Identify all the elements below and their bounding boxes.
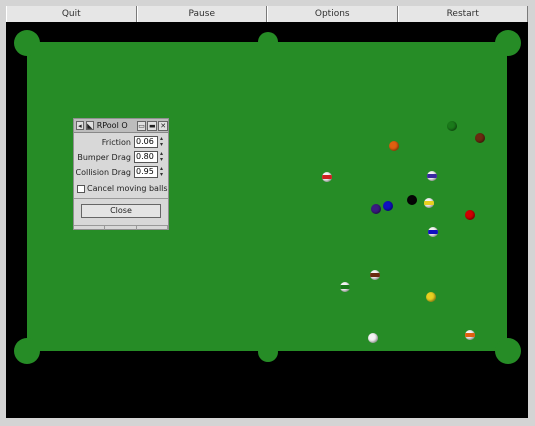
restart-button[interactable]: Restart <box>397 6 528 22</box>
collision-drag-row: Collision Drag 0.95 ▴ ▾ <box>74 166 168 180</box>
ball-blue-stripe <box>428 227 438 237</box>
ball-yellow-stripe <box>424 198 434 208</box>
collision-drag-field[interactable]: 0.95 <box>134 166 158 178</box>
cancel-moving-balls-label: Cancel moving balls <box>87 184 168 193</box>
dialog-footer <box>74 225 168 230</box>
bumper-drag-row: Bumper Drag 0.80 ▴ ▾ <box>74 151 168 165</box>
pocket-top-middle <box>258 32 278 52</box>
menu-bar: Quit Pause Options Restart <box>6 6 528 23</box>
ball-orange-stripe <box>465 330 475 340</box>
bumper-drag-label: Bumper Drag <box>77 153 131 162</box>
pocket-bottom-right <box>495 338 521 364</box>
dialog-titlebar[interactable]: ◂ ◣ RPool O ▭ ▬ ✕ <box>74 119 169 133</box>
maximize-icon[interactable]: ▬ <box>147 120 158 131</box>
options-dialog: ◂ ◣ RPool O ▭ ▬ ✕ Friction 0.06 ▴ ▾ Bumpe… <box>73 118 169 230</box>
cancel-moving-balls-checkbox[interactable] <box>77 185 85 193</box>
window-menu-icon[interactable]: ◂ <box>76 121 84 130</box>
ball-maroon-stripe <box>370 270 380 280</box>
dialog-divider <box>74 198 168 199</box>
bumper-drag-field[interactable]: 0.80 <box>134 151 158 163</box>
pocket-bottom-middle <box>258 342 278 362</box>
dialog-title: RPool O <box>96 121 128 130</box>
ball-cue[interactable] <box>368 333 378 343</box>
ball-red <box>465 210 475 220</box>
friction-label: Friction <box>101 138 131 147</box>
ball-green-stripe <box>340 282 350 292</box>
close-button[interactable]: Close <box>81 204 161 218</box>
quit-button[interactable]: Quit <box>6 6 137 22</box>
bumper-drag-spinner[interactable]: ▴ ▾ <box>160 151 166 163</box>
ball-blue <box>383 201 393 211</box>
ball-yellow <box>426 292 436 302</box>
collision-drag-spinner[interactable]: ▴ ▾ <box>160 166 166 178</box>
pocket-top-left <box>14 30 40 56</box>
ball-red-stripe <box>322 172 332 182</box>
friction-row: Friction 0.06 ▴ ▾ <box>74 136 168 150</box>
ball-green <box>447 121 457 131</box>
collision-drag-label: Collision Drag <box>75 168 131 177</box>
pocket-bottom-left <box>14 338 40 364</box>
ball-maroon <box>475 133 485 143</box>
ball-purple-stripe <box>427 171 437 181</box>
pause-button[interactable]: Pause <box>136 6 267 22</box>
ball-purple <box>371 204 381 214</box>
minimize-icon[interactable]: ▭ <box>136 120 147 131</box>
ball-orange <box>389 141 399 151</box>
game-window: Quit Pause Options Restart ◂ ◣ RPool O ▭… <box>0 0 535 426</box>
friction-field[interactable]: 0.06 <box>134 136 158 148</box>
friction-spinner[interactable]: ▴ ▾ <box>160 136 166 148</box>
options-button[interactable]: Options <box>267 6 398 22</box>
close-icon[interactable]: ✕ <box>158 120 169 131</box>
pocket-top-right <box>495 30 521 56</box>
ball-black <box>407 195 417 205</box>
shade-icon[interactable]: ◣ <box>85 121 94 130</box>
